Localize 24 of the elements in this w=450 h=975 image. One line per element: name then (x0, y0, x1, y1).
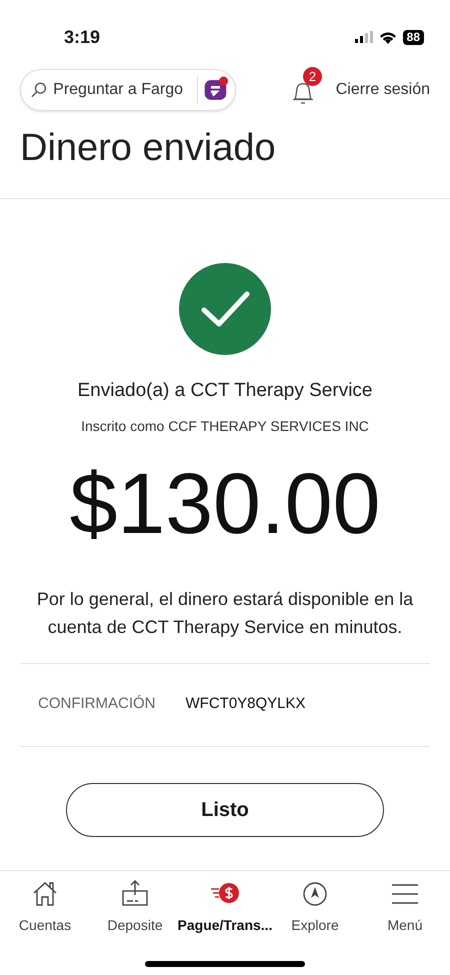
search-icon (31, 81, 48, 99)
availability-message: Por lo general, el dinero estará disponible en la cuenta de CCT Therapy Service en minutos. (36, 588, 414, 639)
recipient-heading: Enviado(a) a CCT Therapy Service (78, 379, 372, 403)
enrolled-name: Inscrito como CCF THERAPY SERVICES INC (81, 416, 369, 436)
done-button[interactable]: Listo (66, 782, 384, 836)
success-check-icon (179, 263, 271, 355)
amount: $130.00 (70, 454, 380, 554)
search-bar[interactable]: Preguntar a Fargo (20, 69, 236, 111)
notification-badge: 2 (303, 67, 322, 86)
status-time: 3:19 (64, 26, 100, 48)
nav-tab[interactable]: Cuentas (0, 879, 90, 941)
page-title: Dinero enviado (19, 126, 277, 171)
notifications-button[interactable]: 2 (291, 67, 323, 105)
nav-tab[interactable]: Pague/Trans... (180, 879, 270, 941)
wifi-icon (378, 30, 397, 44)
nav-tab[interactable]: Explore (270, 879, 360, 941)
nav-tab[interactable]: Deposite (90, 879, 180, 941)
search-field[interactable]: Preguntar a Fargo (53, 78, 194, 102)
battery-indicator: 88 (402, 30, 424, 44)
confirmation-number: WFCT0Y8QYLKX (186, 694, 306, 714)
signal-icon (354, 31, 373, 43)
confirmation-label: CONFIRMACIÓN (38, 694, 156, 714)
nav-tab[interactable]: Menú (360, 879, 450, 941)
logout-link[interactable]: Cierre sesión (336, 78, 430, 102)
